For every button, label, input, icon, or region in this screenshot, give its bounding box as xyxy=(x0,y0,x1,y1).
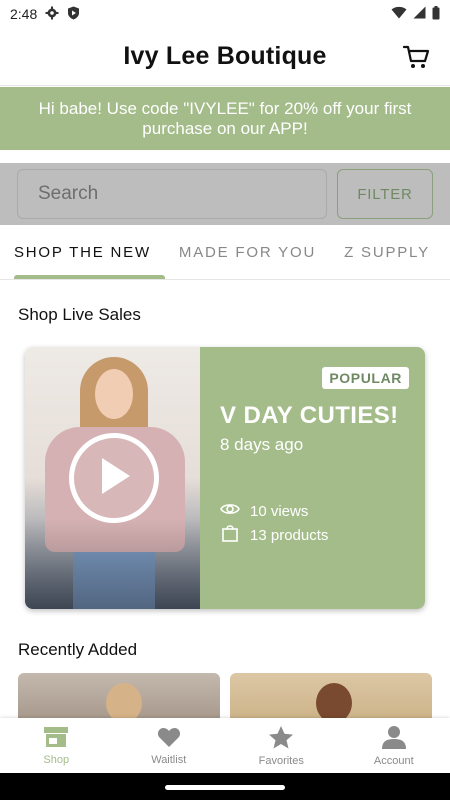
wifi-icon xyxy=(391,6,407,22)
recently-added-heading: Recently Added xyxy=(18,640,138,659)
tab-shop-the-new[interactable]: SHOP THE NEW xyxy=(0,225,165,279)
views-count: 10 views xyxy=(250,502,309,520)
product-thumbnail[interactable] xyxy=(230,673,432,718)
nav-waitlist[interactable]: Waitlist xyxy=(113,718,226,773)
tab-label: SHOP THE NEW xyxy=(14,243,151,261)
product-thumbnail[interactable] xyxy=(18,673,220,718)
live-sale-card[interactable]: POPULAR V DAY CUTIES! 8 days ago 10 view… xyxy=(25,347,425,609)
heart-icon xyxy=(157,726,181,751)
products-row: 13 products xyxy=(220,524,328,546)
tab-z-supply[interactable]: Z SUPPLY xyxy=(330,225,444,279)
star-icon xyxy=(268,725,294,752)
cart-button[interactable] xyxy=(402,43,430,71)
person-icon xyxy=(381,725,407,752)
signal-icon xyxy=(413,6,426,22)
eye-icon xyxy=(220,502,240,520)
live-sale-info: POPULAR V DAY CUTIES! 8 days ago 10 view… xyxy=(200,347,425,609)
status-bar: 2:48 xyxy=(0,0,450,28)
search-input[interactable] xyxy=(17,169,327,219)
shopping-bag-icon xyxy=(220,524,240,546)
nav-label: Favorites xyxy=(258,754,304,767)
nav-account[interactable]: Account xyxy=(338,718,450,773)
popular-badge: POPULAR xyxy=(322,367,409,389)
search-bar: FILTER xyxy=(0,163,450,225)
play-icon xyxy=(96,456,132,501)
status-time: 2:48 xyxy=(10,6,38,22)
live-sale-thumbnail xyxy=(25,347,200,609)
page-title: Ivy Lee Boutique xyxy=(123,42,327,70)
live-sales-heading: Shop Live Sales xyxy=(18,305,141,324)
cart-icon xyxy=(402,45,430,75)
shield-icon xyxy=(67,6,80,23)
settings-gear-icon xyxy=(45,6,59,23)
tab-made-for-you[interactable]: MADE FOR YOU xyxy=(165,225,330,279)
nav-label: Account xyxy=(373,754,414,767)
promo-banner[interactable]: Hi babe! Use code "IVYLEE" for 20% off y… xyxy=(0,87,450,150)
bottom-nav: Shop Waitlist Favorites Account xyxy=(0,718,450,773)
nav-label: Shop xyxy=(43,753,70,766)
tab-label: Z SUPPLY xyxy=(344,243,430,261)
products-count: 13 products xyxy=(250,526,329,544)
nav-favorites[interactable]: Favorites xyxy=(225,718,338,773)
tab-partial[interactable]: B xyxy=(444,225,450,279)
nav-shop[interactable]: Shop xyxy=(0,718,113,773)
live-sale-title: V DAY CUTIES! xyxy=(220,402,399,429)
views-row: 10 views xyxy=(220,502,308,520)
store-icon xyxy=(43,726,69,751)
play-button[interactable] xyxy=(69,433,159,523)
home-handle[interactable] xyxy=(165,785,285,790)
nav-label: Waitlist xyxy=(151,753,187,766)
active-tab-indicator xyxy=(14,274,165,279)
app-header: Ivy Lee Boutique xyxy=(0,28,450,86)
live-sale-time: 8 days ago xyxy=(220,435,304,454)
promo-text: Hi babe! Use code "IVYLEE" for 20% off y… xyxy=(38,98,412,138)
battery-icon xyxy=(432,5,440,23)
category-tabs: SHOP THE NEW MADE FOR YOU Z SUPPLY B xyxy=(0,225,450,280)
filter-button[interactable]: FILTER xyxy=(337,169,433,219)
tab-label: MADE FOR YOU xyxy=(178,243,317,261)
system-gesture-bar xyxy=(0,773,450,800)
